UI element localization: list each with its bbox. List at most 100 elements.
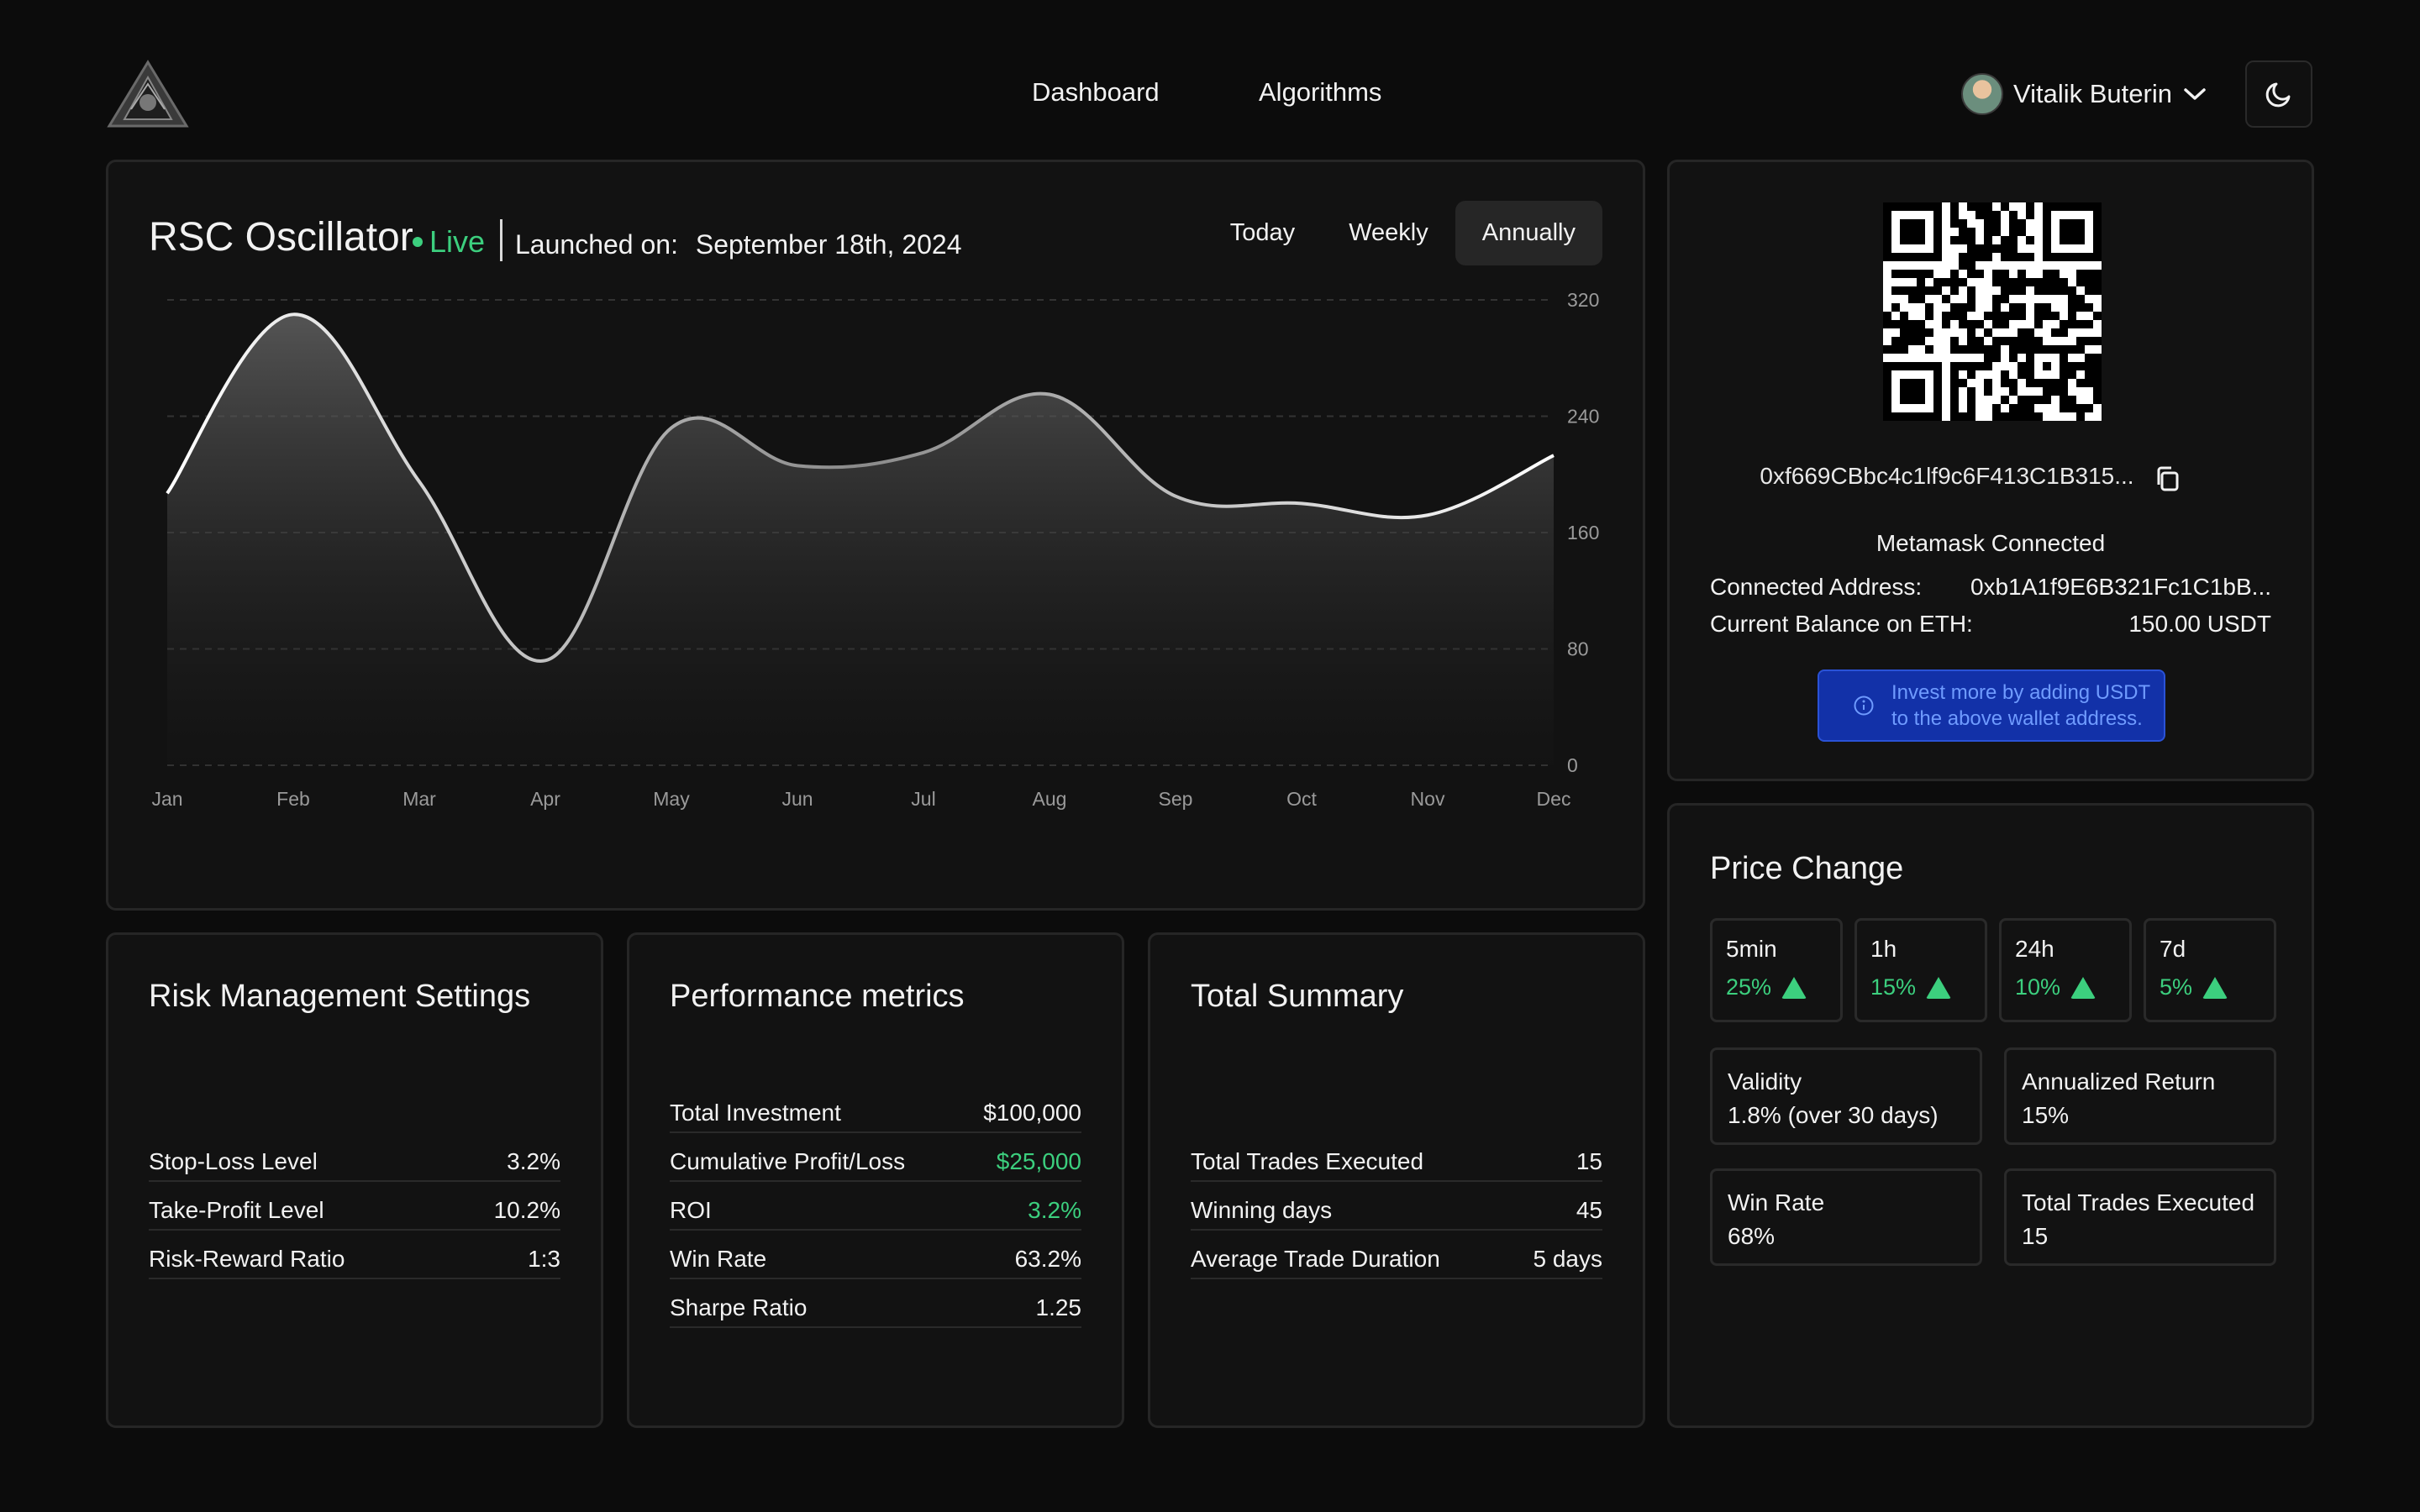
y-tick-label: 240 xyxy=(1567,406,1599,428)
card-title: Risk Management Settings xyxy=(149,979,531,1014)
user-menu[interactable]: Vitalik Buterin xyxy=(1961,71,2207,118)
x-tick-label: Sep xyxy=(1159,788,1193,810)
triangle-up-icon xyxy=(2070,976,2096,999)
x-tick-label: Dec xyxy=(1537,788,1571,810)
x-tick-label: Mar xyxy=(402,788,436,810)
change-value: 15% xyxy=(1870,974,1917,1000)
stat-label: Win Rate xyxy=(1728,1189,1825,1215)
table-row: Average Trade Duration 5 days xyxy=(1191,1241,1602,1279)
info-line-1: Invest more by adding USDT xyxy=(1891,681,2151,704)
row-label: Stop-Loss Level xyxy=(149,1148,318,1174)
card-title: Performance metrics xyxy=(670,979,965,1014)
period-label: 7d xyxy=(2160,936,2186,962)
card-title: Price Change xyxy=(1710,851,1904,886)
row-label: Total Investment xyxy=(670,1100,841,1126)
nav-dashboard[interactable]: Dashboard xyxy=(1032,77,1160,108)
x-tick-label: Aug xyxy=(1033,788,1067,810)
triangle-up-icon xyxy=(2202,976,2228,999)
stat-value: 15 xyxy=(2022,1223,2049,1249)
qr-code xyxy=(1883,202,2102,421)
y-tick-label: 0 xyxy=(1567,754,1578,776)
chevron-down-icon xyxy=(2184,88,2206,100)
price-change-24h: 24h 10% xyxy=(1999,918,2132,1022)
price-change-1h: 1h 15% xyxy=(1854,918,1987,1022)
row-value: 5 days xyxy=(1533,1246,1603,1272)
change-value: 5% xyxy=(2160,974,2193,1000)
theme-toggle-button[interactable] xyxy=(2245,60,2312,128)
table-row: Risk-Reward Ratio 1:3 xyxy=(149,1241,560,1279)
x-tick-label: Oct xyxy=(1286,788,1317,810)
y-tick-label: 320 xyxy=(1567,289,1599,311)
data-point xyxy=(1554,455,1555,456)
wallet-card: 0xf669CBbc4c1lf9c6F413C1B315... Metamask… xyxy=(1667,160,2314,781)
info-icon xyxy=(1854,696,1874,716)
connected-address-label: Connected Address: xyxy=(1710,574,1923,600)
moon-icon xyxy=(2265,82,2291,108)
card-title: Total Summary xyxy=(1191,979,1404,1014)
triangle-up-icon xyxy=(1926,976,1952,999)
stat-validity: Validity 1.8% (over 30 days) xyxy=(1710,1047,1982,1145)
table-row: ROI 3.2% xyxy=(670,1192,1081,1231)
avatar xyxy=(1961,73,2003,115)
x-tick-label: Feb xyxy=(276,788,310,810)
invest-info-banner: Invest more by adding USDT to the above … xyxy=(1818,669,2165,742)
stat-win-rate: Win Rate 68% xyxy=(1710,1168,1982,1266)
summary-card: Total Summary Total Trades Executed 15 Wi… xyxy=(1148,932,1645,1428)
change-value: 10% xyxy=(2015,974,2061,1000)
stat-value: 15% xyxy=(2022,1102,2070,1128)
table-row: Total Investment $100,000 xyxy=(670,1095,1081,1133)
x-tick-label: Nov xyxy=(1411,788,1445,810)
connection-status: Metamask Connected xyxy=(1876,530,2106,556)
user-name: Vitalik Buterin xyxy=(2013,79,2172,108)
nav-algorithms[interactable]: Algorithms xyxy=(1259,77,1381,108)
wallet-address-text: 0xf669CBbc4c1lf9c6F413C1B315... xyxy=(1760,463,2134,489)
data-point xyxy=(293,314,294,315)
connected-address-value: 0xb1A1f9E6B321Fc1C1bB... xyxy=(1970,574,2271,600)
row-label: Sharpe Ratio xyxy=(670,1294,808,1320)
row-value: 45 xyxy=(1576,1197,1602,1223)
x-tick-label: Jun xyxy=(781,788,813,810)
row-label: Take-Profit Level xyxy=(149,1197,324,1223)
area-chart: 0 80 160 240 320 Jan Feb Mar Apr May Jun Jul Aug Sep O… xyxy=(151,289,1599,810)
y-tick-label: 160 xyxy=(1567,522,1599,543)
risk-settings-card: Risk Management Settings Stop-Loss Level… xyxy=(106,932,603,1428)
copy-icon[interactable] xyxy=(2154,465,2182,493)
x-tick-label: Jul xyxy=(911,788,935,810)
price-change-7d: 7d 5% xyxy=(2144,918,2276,1022)
table-row: Winning days 45 xyxy=(1191,1192,1602,1231)
row-value: $100,000 xyxy=(983,1100,1081,1126)
wallet-address: 0xf669CBbc4c1lf9c6F413C1B315... xyxy=(1670,463,2312,490)
row-value: 1.25 xyxy=(1035,1294,1082,1320)
series-area xyxy=(167,314,1554,765)
row-value: $25,000 xyxy=(996,1148,1081,1174)
data-point xyxy=(545,660,546,661)
triangle-up-icon xyxy=(1781,976,1807,999)
row-label: Cumulative Profit/Loss xyxy=(670,1148,906,1174)
row-value: 10.2% xyxy=(493,1197,560,1223)
connected-address-row: Connected Address: 0xb1A1f9E6B321Fc1C1bB… xyxy=(1710,574,2271,601)
info-line-2: to the above wallet address. xyxy=(1891,707,2143,730)
stat-label: Validity xyxy=(1728,1068,1802,1095)
row-label: ROI xyxy=(670,1197,712,1223)
row-value: 15 xyxy=(1576,1148,1602,1174)
row-value: 1:3 xyxy=(528,1246,560,1272)
table-row: Win Rate 63.2% xyxy=(670,1241,1081,1279)
row-label: Average Trade Duration xyxy=(1191,1246,1440,1272)
period-label: 24h xyxy=(2015,936,2054,962)
balance-row: Current Balance on ETH: 150.00 USDT xyxy=(1710,611,2271,638)
row-value: 3.2% xyxy=(507,1148,560,1174)
data-point xyxy=(797,465,798,466)
x-tick-label: May xyxy=(653,788,690,810)
row-label: Winning days xyxy=(1191,1197,1333,1223)
performance-card: Performance metrics Total Investment $100… xyxy=(627,932,1124,1428)
table-row: Total Trades Executed 15 xyxy=(1191,1143,1602,1182)
change-value: 25% xyxy=(1726,974,1772,1000)
row-label: Risk-Reward Ratio xyxy=(149,1246,345,1272)
stat-annualized-return: Annualized Return 15% xyxy=(2004,1047,2276,1145)
table-row: Take-Profit Level 10.2% xyxy=(149,1192,560,1231)
stat-value: 68% xyxy=(1728,1223,1776,1249)
stat-label: Annualized Return xyxy=(2022,1068,2216,1095)
app-logo[interactable] xyxy=(106,59,190,129)
data-point xyxy=(419,481,420,482)
price-change-card: Price Change 5min 25% 1h 15% 24h 10% 7d … xyxy=(1667,803,2314,1428)
